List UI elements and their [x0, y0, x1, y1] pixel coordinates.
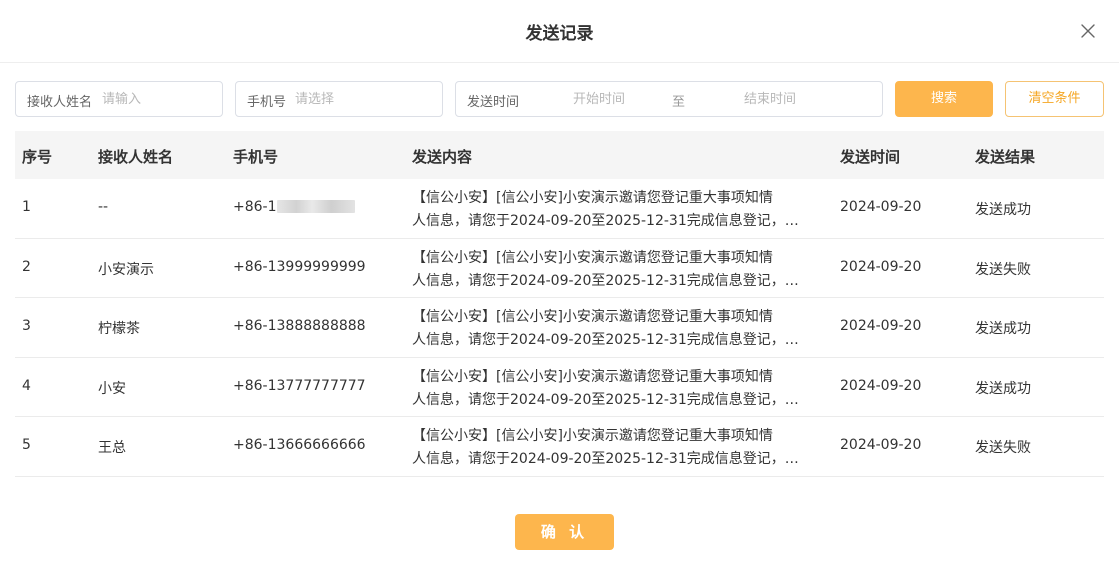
row-receiver-name: 小安 [98, 380, 126, 397]
redacted-phone-mask [276, 200, 355, 213]
row-content-line1: 【信公小安】[信公小安]小安演示邀请您登记重大事项知情 [412, 428, 773, 444]
end-time-input[interactable] [715, 88, 825, 110]
row-index: 1 [22, 199, 31, 215]
row-send-time: 2024-09-20 [840, 258, 922, 275]
phone-label: 手机号 [247, 95, 287, 110]
row-phone-prefix: +86-1 [233, 199, 277, 215]
row-send-time: 2024-09-20 [840, 377, 922, 394]
send-record-table: 序号 接收人姓名 手机号 发送内容 发送时间 发送结果 1 -- +86-1 【… [15, 131, 1104, 477]
header-index: 序号 [22, 148, 53, 166]
row-content-line1: 【信公小安】[信公小安]小安演示邀请您登记重大事项知情 [412, 309, 773, 325]
row-send-time: 2024-09-20 [840, 318, 922, 334]
receiver-name-input[interactable] [102, 88, 218, 110]
table-row: 4 小安 +86-13777777777 【信公小安】[信公小安]小安演示邀请您… [15, 358, 1104, 417]
row-content-line1: 【信公小安】[信公小安]小安演示邀请您登记重大事项知情 [412, 190, 773, 206]
table-row: 3 柠檬茶 +86-13888888888 【信公小安】[信公小安]小安演示邀请… [15, 298, 1104, 358]
row-phone: +86-1 [233, 199, 355, 215]
start-time-input[interactable] [544, 88, 654, 110]
row-content-line1: 【信公小安】[信公小安]小安演示邀请您登记重大事项知情 [412, 249, 773, 266]
row-receiver-name: 王总 [98, 440, 126, 456]
row-phone: +86-13888888888 [233, 318, 366, 334]
row-content: 【信公小安】[信公小安]小安演示邀请您登记重大事项知情 人信息，请您于2024-… [412, 187, 830, 233]
row-content-line2: 人信息，请您于2024-09-20至2025-12-31完成信息登记，… [412, 332, 799, 348]
row-index: 2 [22, 258, 31, 275]
row-phone: +86-13777777777 [233, 377, 366, 394]
header-send-time: 发送时间 [840, 148, 901, 166]
row-content-line1: 【信公小安】[信公小安]小安演示邀请您登记重大事项知情 [412, 368, 773, 385]
date-range-separator: 至 [672, 95, 686, 110]
row-content-line2: 人信息，请您于2024-09-20至2025-12-31完成信息登记，… [412, 391, 799, 408]
table-row: 1 -- +86-1 【信公小安】[信公小安]小安演示邀请您登记重大事项知情 人… [15, 179, 1104, 239]
header-receiver-name: 接收人姓名 [98, 148, 174, 166]
row-content-line2: 人信息，请您于2024-09-20至2025-12-31完成信息登记，… [412, 272, 799, 289]
table-row: 2 小安演示 +86-13999999999 【信公小安】[信公小安]小安演示邀… [15, 239, 1104, 298]
table-row: 5 王总 +86-13666666666 【信公小安】[信公小安]小安演示邀请您… [15, 417, 1104, 477]
receiver-name-filter: 接收人姓名 [15, 81, 223, 117]
receiver-name-label: 接收人姓名 [27, 95, 93, 110]
phone-filter: 手机号 [235, 81, 443, 117]
row-send-time: 2024-09-20 [840, 437, 922, 453]
row-send-result: 发送成功 [975, 380, 1031, 397]
clear-conditions-button[interactable]: 清空条件 [1005, 81, 1104, 117]
header-content: 发送内容 [412, 148, 473, 166]
confirm-button[interactable]: 确 认 [515, 514, 614, 550]
row-index: 3 [22, 318, 31, 334]
header-send-result: 发送结果 [975, 148, 1036, 166]
send-time-label: 发送时间 [467, 95, 520, 110]
row-index: 4 [22, 377, 31, 394]
row-receiver-name: -- [98, 199, 109, 215]
phone-select[interactable] [295, 88, 435, 110]
row-content-line2: 人信息，请您于2024-09-20至2025-12-31完成信息登记，… [412, 213, 799, 229]
row-content: 【信公小安】[信公小安]小安演示邀请您登记重大事项知情 人信息，请您于2024-… [412, 247, 830, 293]
row-send-result: 发送成功 [975, 321, 1031, 337]
send-record-dialog: 发送记录 接收人姓名 手机号 发送时间 至 搜索 清空条件 序号 接收人姓名 手… [0, 0, 1119, 572]
dialog-title: 发送记录 [525, 24, 594, 44]
row-content-line2: 人信息，请您于2024-09-20至2025-12-31完成信息登记，… [412, 451, 799, 467]
row-index: 5 [22, 437, 31, 453]
table-header: 序号 接收人姓名 手机号 发送内容 发送时间 发送结果 [15, 131, 1104, 179]
header-phone: 手机号 [233, 148, 279, 166]
row-content: 【信公小安】[信公小安]小安演示邀请您登记重大事项知情 人信息，请您于2024-… [412, 306, 830, 352]
row-send-result: 发送失败 [975, 440, 1031, 456]
row-receiver-name: 小安演示 [98, 261, 154, 278]
row-phone: +86-13999999999 [233, 258, 366, 275]
row-receiver-name: 柠檬茶 [98, 321, 140, 337]
row-send-result: 发送失败 [975, 261, 1031, 278]
send-time-filter: 发送时间 至 [455, 81, 883, 117]
row-send-time: 2024-09-20 [840, 199, 922, 215]
search-button[interactable]: 搜索 [895, 81, 993, 117]
close-icon[interactable] [1077, 20, 1099, 42]
row-send-result: 发送成功 [975, 202, 1031, 218]
row-content: 【信公小安】[信公小安]小安演示邀请您登记重大事项知情 人信息，请您于2024-… [412, 366, 830, 412]
row-phone: +86-13666666666 [233, 437, 366, 453]
dialog-header: 发送记录 [0, 0, 1119, 63]
row-content: 【信公小安】[信公小安]小安演示邀请您登记重大事项知情 人信息，请您于2024-… [412, 425, 830, 471]
